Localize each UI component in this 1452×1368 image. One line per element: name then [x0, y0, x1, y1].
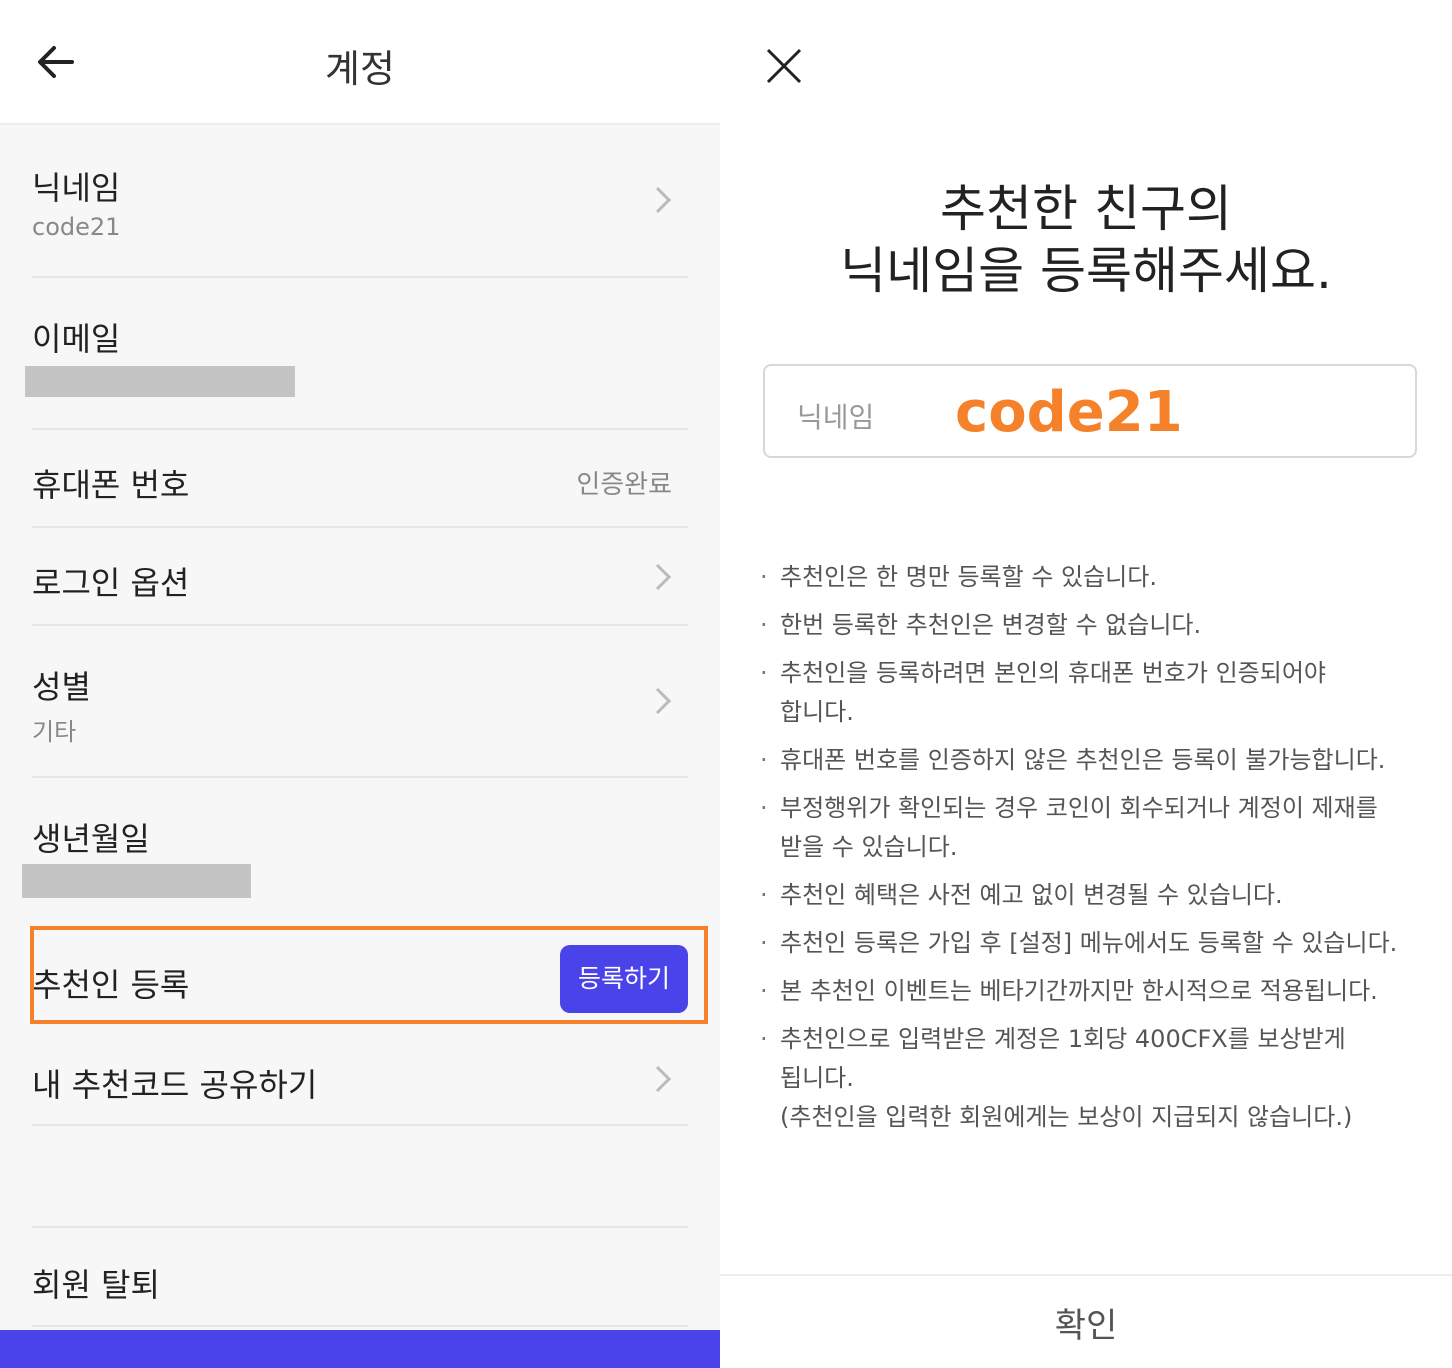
notice-item: 추천인 혜택은 사전 예고 없이 변경될 수 있습니다.	[760, 876, 1450, 915]
section-divider	[32, 1126, 688, 1228]
nickname-input-label: 닉네임	[797, 401, 875, 434]
account-header: 계정	[0, 0, 720, 125]
page-title: 계정	[325, 47, 395, 91]
share-code-label: 내 추천코드 공유하기	[32, 1066, 318, 1104]
chevron-right-icon	[655, 186, 672, 214]
notice-item: 추천인을 등록하려면 본인의 휴대폰 번호가 인증되어야 합니다.	[760, 654, 1450, 732]
row-share-code[interactable]: 내 추천코드 공유하기	[32, 1026, 688, 1126]
phone-label: 휴대폰 번호	[32, 466, 190, 504]
close-icon[interactable]	[766, 48, 802, 84]
birthday-label: 생년월일	[32, 820, 150, 858]
nickname-input-box[interactable]: 닉네임	[763, 364, 1417, 458]
headline-line-2: 닉네임을 등록해주세요.	[840, 242, 1332, 300]
chevron-right-icon	[655, 687, 672, 715]
row-nickname[interactable]: 닉네임 code21	[32, 125, 688, 278]
notice-item: 추천인으로 입력받은 계정은 1회당 400CFX를 보상받게 됩니다. (추천…	[760, 1020, 1450, 1137]
notice-item: 부정행위가 확인되는 경우 코인이 회수되거나 계정이 제재를 받을 수 있습니…	[760, 789, 1450, 867]
notice-item: 휴대폰 번호를 인증하지 않은 추천인은 등록이 불가능합니다.	[760, 741, 1450, 780]
nickname-input[interactable]	[955, 376, 1395, 448]
gender-label: 성별	[32, 668, 91, 706]
register-referrer-button[interactable]: 등록하기	[560, 945, 688, 1013]
row-phone: 휴대폰 번호 인증완료	[32, 430, 688, 528]
notice-item: 본 추천인 이벤트는 베타기간까지만 한시적으로 적용됩니다.	[760, 972, 1450, 1011]
withdraw-label: 회원 탈퇴	[32, 1266, 160, 1304]
modal-headline: 추천한 친구의 닉네임을 등록해주세요.	[720, 178, 1452, 302]
confirm-button[interactable]: 확인	[720, 1276, 1452, 1368]
nickname-value: code21	[32, 213, 121, 241]
nickname-label: 닉네임	[32, 169, 121, 207]
chevron-right-icon	[655, 563, 672, 591]
row-login-options[interactable]: 로그인 옵션	[32, 528, 688, 626]
notice-item: 추천인 등록은 가입 후 [설정] 메뉴에서도 등록할 수 있습니다.	[760, 924, 1450, 963]
gender-value: 기타	[32, 718, 77, 746]
row-gender[interactable]: 성별 기타	[32, 626, 688, 778]
login-options-label: 로그인 옵션	[32, 564, 190, 602]
row-withdraw[interactable]: 회원 탈퇴	[32, 1228, 688, 1327]
notice-item: 추천인은 한 명만 등록할 수 있습니다.	[760, 558, 1450, 597]
chevron-right-icon	[655, 1065, 672, 1093]
notice-item: 한번 등록한 추천인은 변경할 수 없습니다.	[760, 606, 1450, 645]
headline-line-1: 추천한 친구의	[940, 180, 1232, 238]
email-label: 이메일	[32, 320, 121, 358]
bottom-action-bar[interactable]	[0, 1330, 720, 1368]
birthday-redacted	[22, 864, 251, 898]
phone-status: 인증완료	[576, 470, 672, 500]
row-birthday: 생년월일	[22, 778, 688, 928]
notice-list: 추천인은 한 명만 등록할 수 있습니다. 한번 등록한 추천인은 변경할 수 …	[760, 558, 1450, 1146]
row-email: 이메일	[25, 278, 688, 430]
email-redacted	[25, 366, 295, 397]
referrer-modal: 추천한 친구의 닉네임을 등록해주세요. 닉네임 추천인은 한 명만 등록할 수…	[720, 0, 1452, 1368]
account-panel: 계정 닉네임 code21 이메일 휴대폰 번호 인증완료 로그인 옵션 성별 …	[0, 0, 720, 1368]
